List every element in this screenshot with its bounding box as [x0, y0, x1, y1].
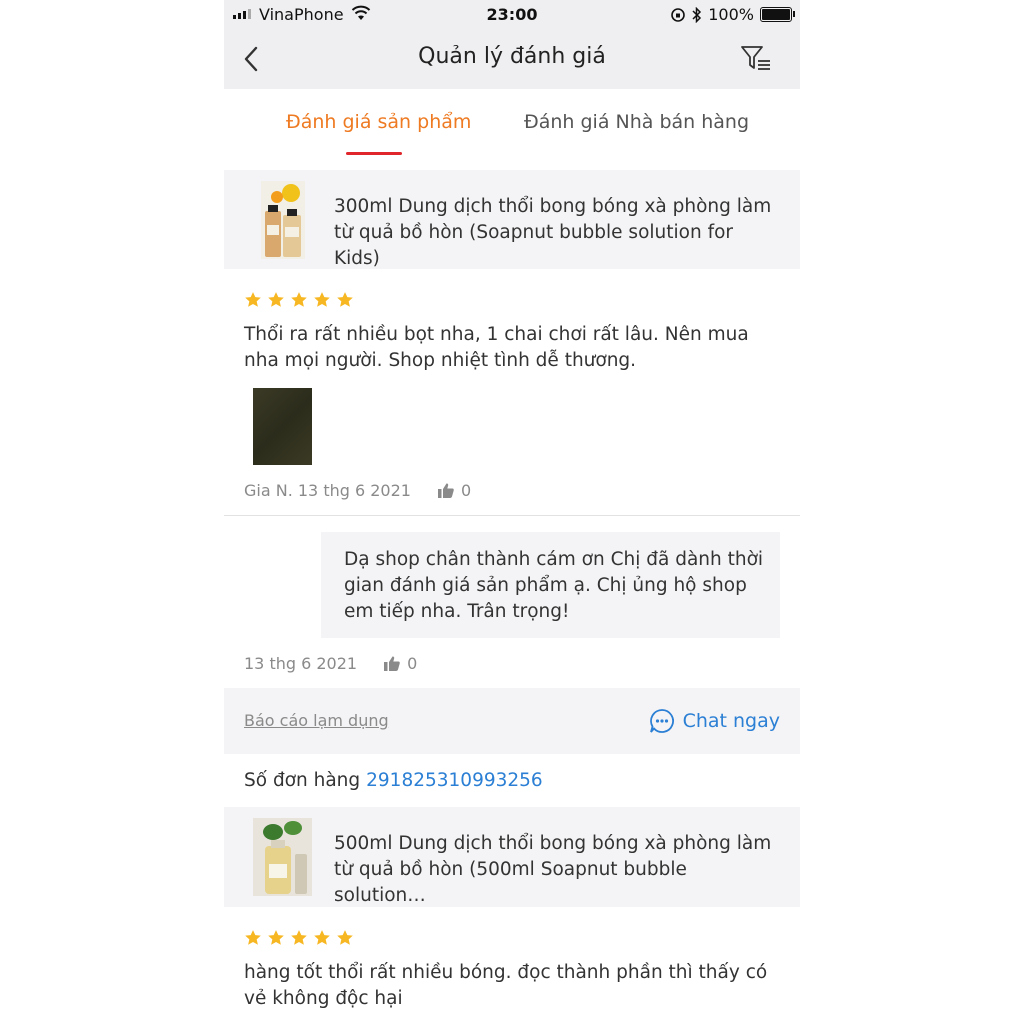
star-icon: [291, 930, 307, 945]
battery-percent: 100%: [708, 5, 754, 24]
reply-meta: 13 thg 6 2021 0: [244, 654, 417, 673]
product-name: 500ml Dung dịch thổi bong bóng xà phòng …: [334, 833, 772, 906]
order-number-link[interactable]: 291825310993256: [366, 770, 543, 791]
star-icon: [337, 292, 353, 307]
bluetooth-icon: [692, 6, 702, 23]
review-tabs: Đánh giá sản phẩm Đánh giá Nhà bán hàng: [224, 89, 800, 159]
report-abuse-link[interactable]: Báo cáo lạm dụng: [244, 711, 389, 730]
product-thumbnail: [261, 181, 305, 259]
product-card[interactable]: 500ml Dung dịch thổi bong bóng xà phòng …: [224, 807, 800, 907]
active-tab-indicator: [346, 152, 402, 155]
star-icon: [245, 930, 261, 945]
page-title: Quản lý đánh giá: [418, 44, 606, 69]
tab-seller-reviews[interactable]: Đánh giá Nhà bán hàng: [524, 111, 749, 133]
star-icon: [314, 930, 330, 945]
star-icon: [314, 292, 330, 307]
star-icon: [268, 292, 284, 307]
filter-icon[interactable]: [740, 44, 772, 72]
reply-date: 13 thg 6 2021: [244, 654, 358, 673]
reply-text: Dạ shop chân thành cám ơn Chị đã dành th…: [344, 549, 764, 622]
review-photo[interactable]: [253, 388, 312, 465]
orientation-lock-icon: [671, 7, 686, 22]
reply-like-count: 0: [407, 654, 418, 673]
tab-product-reviews[interactable]: Đánh giá sản phẩm: [286, 111, 471, 133]
rating-stars: [244, 929, 354, 947]
app-screen: VinaPhone 23:00 100% Quản lý đánh giá Đá…: [224, 0, 800, 1024]
shop-reply: Dạ shop chân thành cám ơn Chị đã dành th…: [321, 532, 780, 638]
thumbs-up-icon[interactable]: [437, 483, 454, 498]
review-text: hàng tốt thổi rất nhiều bóng. đọc thành …: [244, 962, 768, 1009]
product-card[interactable]: 300ml Dung dịch thổi bong bóng xà phòng …: [224, 170, 800, 269]
star-icon: [337, 930, 353, 945]
chat-bubble-icon: [649, 709, 674, 733]
rating-stars: [244, 291, 354, 309]
navigation-bar: Quản lý đánh giá: [224, 30, 800, 89]
order-number-row: Số đơn hàng 291825310993256: [244, 770, 543, 791]
review-actions-bar: Báo cáo lạm dụng Chat ngay: [224, 688, 800, 754]
battery-icon: [760, 7, 795, 22]
review-author-date: Gia N. 13 thg 6 2021: [244, 481, 411, 500]
star-icon: [245, 292, 261, 307]
chat-now-label: Chat ngay: [682, 710, 780, 732]
chat-now-button[interactable]: Chat ngay: [649, 708, 780, 734]
star-icon: [268, 930, 284, 945]
status-bar: VinaPhone 23:00 100%: [224, 0, 800, 30]
product-name: 300ml Dung dịch thổi bong bóng xà phòng …: [334, 196, 772, 269]
divider: [224, 515, 800, 516]
review-text: Thổi ra rất nhiều bọt nha, 1 chai chơi r…: [244, 324, 749, 371]
order-label: Số đơn hàng: [244, 770, 361, 791]
product-thumbnail: [253, 818, 312, 896]
thumbs-up-icon[interactable]: [384, 656, 400, 671]
like-count: 0: [460, 481, 472, 500]
star-icon: [291, 292, 307, 307]
review-meta: Gia N. 13 thg 6 2021 0: [244, 481, 471, 500]
